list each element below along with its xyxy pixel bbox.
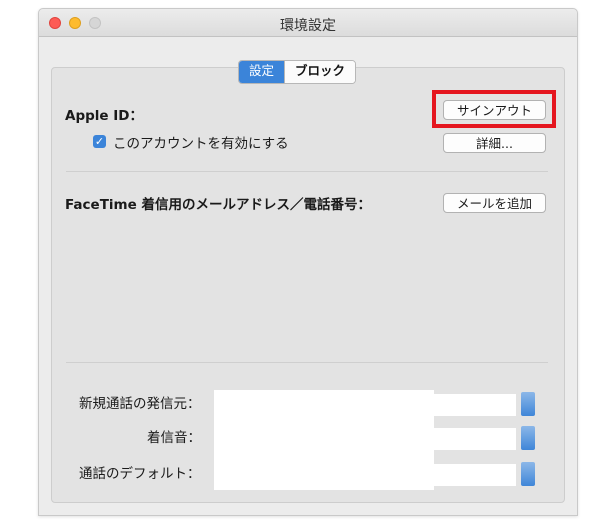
details-button[interactable]: 詳細... bbox=[443, 133, 546, 153]
default-call-chevron-icon[interactable] bbox=[521, 462, 535, 486]
window-title: 環境設定 bbox=[280, 18, 336, 34]
highlight-box bbox=[432, 90, 556, 128]
caller-id-label: 新規通話の発信元： bbox=[79, 396, 201, 412]
redacted-area bbox=[214, 390, 434, 490]
divider-top bbox=[66, 171, 548, 172]
tab-settings[interactable]: 設定 bbox=[239, 61, 285, 83]
checkmark-icon[interactable]: ✓ bbox=[93, 135, 106, 148]
default-call-label: 通話のデフォルト： bbox=[79, 466, 201, 482]
caller-id-chevron-icon[interactable] bbox=[521, 392, 535, 416]
tab-block[interactable]: ブロック bbox=[284, 61, 356, 83]
titlebar: 環境設定 bbox=[39, 9, 577, 37]
apple-id-label: Apple ID： bbox=[65, 108, 143, 124]
tab-control: 設定 ブロック bbox=[238, 60, 357, 84]
divider-bottom bbox=[66, 362, 548, 363]
add-email-button[interactable]: メールを追加 bbox=[443, 193, 546, 213]
ringtone-label: 着信音： bbox=[147, 430, 201, 446]
ringtone-chevron-icon[interactable] bbox=[521, 426, 535, 450]
facetime-address-label: FaceTime 着信用のメールアドレス／電話番号： bbox=[65, 197, 371, 213]
enable-account-label: このアカウントを有効にする bbox=[113, 136, 289, 152]
